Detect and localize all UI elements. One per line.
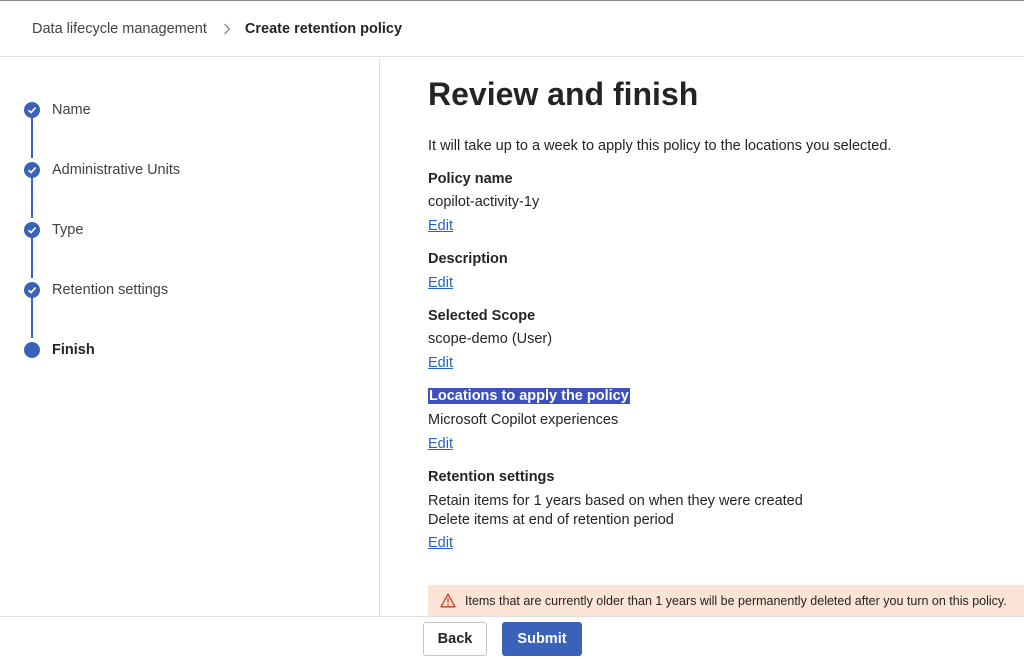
warning-text: Items that are currently older than 1 ye… <box>465 593 1007 608</box>
back-button[interactable]: Back <box>423 622 487 656</box>
edit-policy-name-link[interactable]: Edit <box>428 218 453 234</box>
warning-icon <box>440 593 456 608</box>
breadcrumb-data-lifecycle[interactable]: Data lifecycle management <box>32 21 207 37</box>
wizard-step-retention-settings[interactable]: Retention settings <box>24 281 168 299</box>
wizard-step-label: Type <box>52 222 84 238</box>
checkmark-icon <box>24 162 40 178</box>
policy-name-label: Policy name <box>428 171 513 187</box>
wizard-step-label: Name <box>52 102 91 118</box>
footer-action-bar: Back Submit <box>0 616 1024 659</box>
selected-scope-label: Selected Scope <box>428 308 536 324</box>
retention-settings-line-1: Retain items for 1 years based on when t… <box>428 493 803 509</box>
wizard-steps-pane: Name Administrative Units Type Retention… <box>0 58 380 616</box>
retention-settings-label: Retention settings <box>428 469 555 485</box>
step-connector <box>31 238 33 278</box>
wizard-step-label: Administrative Units <box>52 162 181 178</box>
wizard-step-administrative-units[interactable]: Administrative Units <box>24 161 180 179</box>
step-connector <box>31 178 33 218</box>
edit-retention-link[interactable]: Edit <box>428 535 453 551</box>
policy-name-value: copilot-activity-1y <box>428 194 540 210</box>
current-step-dot-icon <box>24 342 40 358</box>
wizard-step-name[interactable]: Name <box>24 101 91 119</box>
warning-banner: Items that are currently older than 1 ye… <box>428 585 1024 616</box>
wizard-step-type[interactable]: Type <box>24 221 83 239</box>
intro-text: It will take up to a week to apply this … <box>428 138 892 154</box>
checkmark-icon <box>24 282 40 298</box>
locations-label: Locations to apply the policy <box>428 388 630 404</box>
wizard-step-label: Finish <box>52 342 95 358</box>
edit-description-link[interactable]: Edit <box>428 275 453 291</box>
chevron-right-icon <box>223 23 231 35</box>
page-title: Review and finish <box>428 76 699 112</box>
checkmark-icon <box>24 102 40 118</box>
edit-scope-link[interactable]: Edit <box>428 355 453 371</box>
retention-settings-line-2: Delete items at end of retention period <box>428 512 674 528</box>
edit-locations-link[interactable]: Edit <box>428 436 453 452</box>
submit-button[interactable]: Submit <box>502 622 582 656</box>
description-label: Description <box>428 251 508 267</box>
step-connector <box>31 298 33 338</box>
locations-value: Microsoft Copilot experiences <box>428 412 619 428</box>
breadcrumb-current: Create retention policy <box>244 20 403 37</box>
step-connector <box>31 118 33 158</box>
wizard-step-finish[interactable]: Finish <box>24 341 95 359</box>
breadcrumb: Data lifecycle management Create retenti… <box>0 1 1024 57</box>
wizard-step-label: Retention settings <box>52 282 169 298</box>
selected-scope-value: scope-demo (User) <box>428 331 553 347</box>
checkmark-icon <box>24 222 40 238</box>
